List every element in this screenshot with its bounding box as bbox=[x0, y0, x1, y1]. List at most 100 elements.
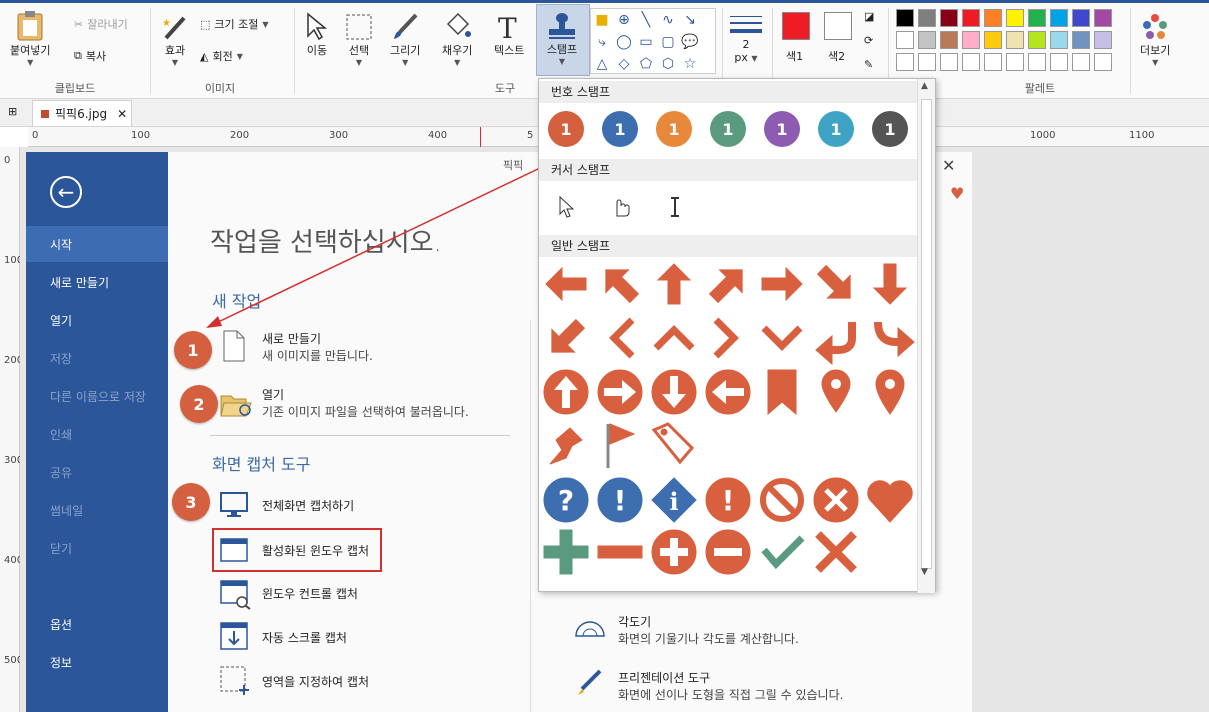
back-arrow-icon[interactable]: ← bbox=[50, 176, 82, 208]
palette-swatch[interactable] bbox=[1028, 31, 1046, 49]
palette-swatch[interactable] bbox=[962, 9, 980, 27]
palette-custom-swatch[interactable] bbox=[1006, 53, 1024, 71]
scrollbar-thumb[interactable] bbox=[921, 99, 932, 569]
scroll-down-icon[interactable]: ▼ bbox=[921, 567, 928, 577]
palette-swatch[interactable] bbox=[940, 31, 958, 49]
close-icon[interactable]: ✕ bbox=[942, 156, 955, 175]
number-stamp[interactable]: 1 bbox=[710, 111, 746, 147]
sidebar-item-save-as[interactable]: 다른 이름으로 저장 bbox=[50, 388, 146, 405]
hand-cursor-stamp[interactable] bbox=[610, 194, 632, 218]
number-stamp[interactable]: 1 bbox=[872, 111, 908, 147]
swap-colors-button[interactable]: ◪ bbox=[864, 10, 874, 23]
palette-custom-swatch[interactable] bbox=[984, 53, 1002, 71]
palette-custom-swatch[interactable] bbox=[1072, 53, 1090, 71]
eyedropper-button[interactable]: ✎ bbox=[864, 58, 873, 71]
rect-shape-icon[interactable]: ■ bbox=[591, 9, 613, 31]
presentation-title[interactable]: 프리젠테이션 도구 bbox=[618, 669, 710, 686]
sidebar-item-save[interactable]: 저장 bbox=[50, 350, 72, 367]
palette-swatch[interactable] bbox=[1094, 9, 1112, 27]
palette-swatch[interactable] bbox=[896, 9, 914, 27]
arrow-cursor-stamp[interactable] bbox=[558, 196, 574, 218]
palette-swatch[interactable] bbox=[1006, 31, 1024, 49]
open-item-title[interactable]: 열기 bbox=[262, 386, 284, 403]
speech-bubble-shape-icon[interactable]: 💬 bbox=[679, 31, 701, 53]
curve-shape-icon[interactable]: ∿ bbox=[657, 9, 679, 31]
palette-grid[interactable] bbox=[895, 8, 1159, 74]
rounded-rect-shape-icon[interactable]: ▢ bbox=[657, 31, 679, 53]
capture-window-control[interactable]: 윈도우 컨트롤 캡처 bbox=[262, 585, 358, 602]
number-stamp[interactable]: 1 bbox=[656, 111, 692, 147]
palette-custom-swatch[interactable] bbox=[918, 53, 936, 71]
number-stamp[interactable]: 1 bbox=[764, 111, 800, 147]
capture-fullscreen[interactable]: 전체화면 캡처하기 bbox=[262, 497, 354, 514]
cut-button[interactable]: ✂ 잘라내기 bbox=[74, 16, 128, 32]
paste-button[interactable]: 붙여넣기 ▼ bbox=[10, 10, 50, 67]
rectangle-shape-icon[interactable]: ▭ bbox=[635, 31, 657, 53]
sidebar-item-share[interactable]: 공유 bbox=[50, 464, 72, 481]
palette-swatch[interactable] bbox=[918, 31, 936, 49]
triangle-shape-icon[interactable]: △ bbox=[591, 53, 613, 75]
palette-custom-swatch[interactable] bbox=[1094, 53, 1112, 71]
rotate-button[interactable]: ◭ 회전 ▼ bbox=[200, 48, 243, 64]
sidebar-item-start[interactable]: 시작 bbox=[50, 236, 72, 253]
palette-swatch[interactable] bbox=[1072, 31, 1090, 49]
stamp-button[interactable]: 스탬프 ▼ bbox=[536, 4, 590, 76]
capture-region[interactable]: 영역을 지정하여 캡처 bbox=[262, 673, 369, 690]
line-shape-icon[interactable]: ╲ bbox=[635, 9, 657, 31]
draw-button[interactable]: 그리기 ▼ bbox=[390, 12, 420, 67]
palette-swatch[interactable] bbox=[1094, 31, 1112, 49]
ellipse-shape-icon[interactable]: ◯ bbox=[613, 31, 635, 53]
pentagon-shape-icon[interactable]: ⬠ bbox=[635, 53, 657, 75]
number-stamp[interactable]: 1 bbox=[602, 111, 638, 147]
fill-button[interactable]: 채우기 ▼ bbox=[442, 12, 472, 67]
stamp-button-inner[interactable]: 스탬프 ▼ bbox=[545, 11, 579, 66]
color1-button[interactable]: 색1 bbox=[786, 48, 803, 64]
text-cursor-stamp[interactable] bbox=[668, 196, 682, 218]
number-stamp[interactable]: 1 bbox=[548, 111, 584, 147]
palette-swatch[interactable] bbox=[918, 9, 936, 27]
sidebar-item-options[interactable]: 옵션 bbox=[50, 616, 72, 633]
scroll-up-icon[interactable]: ▲ bbox=[921, 81, 928, 91]
sidebar-item-new[interactable]: 새로 만들기 bbox=[50, 274, 109, 291]
sidebar-item-print[interactable]: 인쇄 bbox=[50, 426, 72, 443]
palette-custom-swatch[interactable] bbox=[940, 53, 958, 71]
palette-custom-swatch[interactable] bbox=[1050, 53, 1068, 71]
copy-button[interactable]: ⧉ 복사 bbox=[74, 48, 106, 64]
grid-view-button[interactable]: ⊞ bbox=[8, 105, 17, 118]
general-stamp-grid[interactable]: ? ! i ! bbox=[540, 258, 920, 582]
sidebar-item-thumbnail[interactable]: 썸네일 bbox=[50, 502, 83, 519]
palette-custom-swatch[interactable] bbox=[896, 53, 914, 71]
palette-swatch[interactable] bbox=[940, 9, 958, 27]
select-button[interactable]: 선택 ▼ bbox=[344, 12, 374, 67]
number-stamp[interactable]: 1 bbox=[818, 111, 854, 147]
hexagon-shape-icon[interactable]: ⬡ bbox=[657, 53, 679, 75]
resize-button[interactable]: ⬚ 크기 조절 ▼ bbox=[200, 16, 269, 32]
shapes-gallery[interactable]: ■ ⊕ ╲ ∿ ↘ ⤷ ◯ ▭ ▢ 💬 △ ◇ ⬠ ⬡ ☆ bbox=[590, 8, 716, 74]
palette-swatch[interactable] bbox=[962, 31, 980, 49]
star-shape-icon[interactable]: ☆ bbox=[679, 53, 701, 75]
palette-custom-swatch[interactable] bbox=[962, 53, 980, 71]
text-button[interactable]: T 텍스트 bbox=[494, 12, 524, 58]
diamond-shape-icon[interactable]: ◇ bbox=[613, 53, 635, 75]
sidebar-item-close[interactable]: 닫기 bbox=[50, 540, 72, 557]
effect-button[interactable]: ★ 효과 ▼ bbox=[160, 12, 190, 67]
refresh-colors-button[interactable]: ⟳ bbox=[864, 34, 873, 47]
palette-swatch[interactable] bbox=[1050, 31, 1068, 49]
palette-custom-swatch[interactable] bbox=[1028, 53, 1046, 71]
move-button[interactable]: 이동 bbox=[302, 12, 332, 58]
arrow-shape-icon[interactable]: ↘ bbox=[679, 9, 701, 31]
new-item-title[interactable]: 새로 만들기 bbox=[262, 330, 321, 347]
palette-swatch[interactable] bbox=[1006, 9, 1024, 27]
palette-swatch[interactable] bbox=[896, 31, 914, 49]
line-width-button[interactable]: 2 px ▼ bbox=[728, 12, 764, 64]
palette-swatch[interactable] bbox=[1028, 9, 1046, 27]
sidebar-item-info[interactable]: 정보 bbox=[50, 654, 72, 671]
color2-button[interactable]: 색2 bbox=[828, 48, 845, 64]
color2-swatch[interactable] bbox=[824, 12, 852, 40]
crosshair-shape-icon[interactable]: ⊕ bbox=[613, 9, 635, 31]
document-tab[interactable]: 픽픽6.jpg ✕ bbox=[32, 100, 132, 126]
more-colors-button[interactable]: 더보기 ▼ bbox=[1140, 12, 1170, 67]
protractor-title[interactable]: 각도기 bbox=[618, 613, 651, 630]
palette-swatch[interactable] bbox=[1072, 9, 1090, 27]
color1-swatch[interactable] bbox=[782, 12, 810, 40]
